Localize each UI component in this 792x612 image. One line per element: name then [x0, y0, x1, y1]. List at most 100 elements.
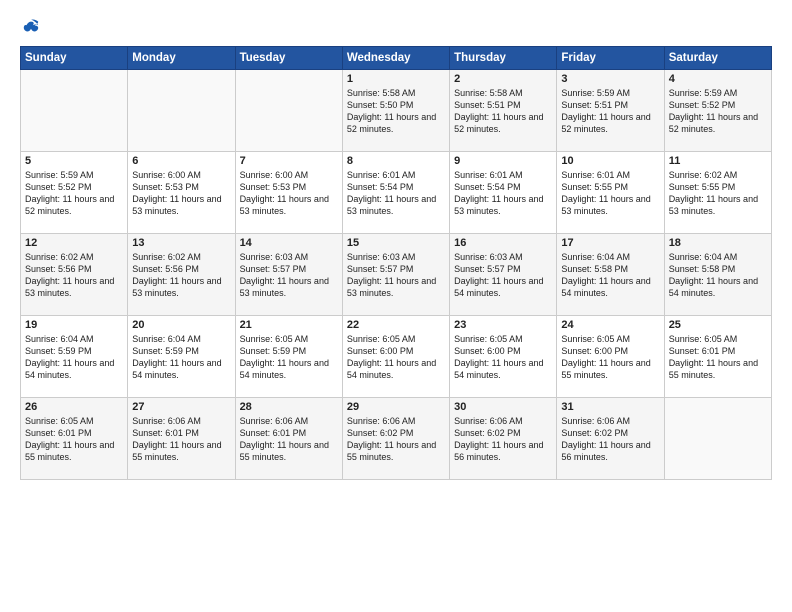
- day-info: Sunrise: 6:01 AM Sunset: 5:54 PM Dayligh…: [347, 169, 445, 218]
- week-row-2: 5Sunrise: 5:59 AM Sunset: 5:52 PM Daylig…: [21, 152, 772, 234]
- calendar-cell: 22Sunrise: 6:05 AM Sunset: 6:00 PM Dayli…: [342, 316, 449, 398]
- day-info: Sunrise: 6:06 AM Sunset: 6:01 PM Dayligh…: [240, 415, 338, 464]
- calendar-cell: 6 Sunrise: 6:00 AM Sunset: 5:53 PM Daylig…: [128, 152, 235, 234]
- day-number: 13: [132, 237, 230, 249]
- calendar-cell: 8 Sunrise: 6:01 AM Sunset: 5:54 PM Daylig…: [342, 152, 449, 234]
- weekday-sunday: Sunday: [21, 47, 128, 70]
- header: [20, 18, 772, 36]
- day-info: Sunrise: 6:06 AM Sunset: 6:01 PM Dayligh…: [132, 415, 230, 464]
- calendar-cell: 19 Sunrise: 6:04 AM Sunset: 5:59 PM Dayli…: [21, 316, 128, 398]
- weekday-thursday: Thursday: [450, 47, 557, 70]
- day-number: 15: [347, 237, 445, 249]
- day-info: Sunrise: 6:02 AM Sunset: 5:56 PM Dayligh…: [25, 251, 123, 300]
- day-number: 1: [347, 73, 445, 85]
- calendar-cell: 3 Sunrise: 5:59 AM Sunset: 5:51 PM Daylig…: [557, 70, 664, 152]
- day-number: 22: [347, 319, 445, 331]
- day-number: 4: [669, 73, 767, 85]
- day-number: 26: [25, 401, 123, 413]
- day-number: 27: [132, 401, 230, 413]
- weekday-saturday: Saturday: [664, 47, 771, 70]
- calendar-cell: 20 Sunrise: 6:04 AM Sunset: 5:59 PM Dayli…: [128, 316, 235, 398]
- day-number: 25: [669, 319, 767, 331]
- day-info: Sunrise: 6:06 AM Sunset: 6:02 PM Dayligh…: [454, 415, 552, 464]
- logo: [20, 18, 40, 36]
- day-number: 5: [25, 155, 123, 167]
- calendar-cell: 10 Sunrise: 6:01 AM Sunset: 5:55 PM Dayli…: [557, 152, 664, 234]
- day-number: 23: [454, 319, 552, 331]
- day-info: Sunrise: 6:06 AM Sunset: 6:02 PM Dayligh…: [561, 415, 659, 464]
- calendar-cell: 7 Sunrise: 6:00 AM Sunset: 5:53 PM Daylig…: [235, 152, 342, 234]
- week-row-1: 1 Sunrise: 5:58 AM Sunset: 5:50 PM Daylig…: [21, 70, 772, 152]
- calendar-cell: 31 Sunrise: 6:06 AM Sunset: 6:02 PM Dayli…: [557, 398, 664, 480]
- calendar-cell: 24Sunrise: 6:05 AM Sunset: 6:00 PM Dayli…: [557, 316, 664, 398]
- day-info: Sunrise: 6:05 AM Sunset: 6:00 PM Dayligh…: [561, 333, 659, 382]
- calendar-cell: 4 Sunrise: 5:59 AM Sunset: 5:52 PM Daylig…: [664, 70, 771, 152]
- day-number: 17: [561, 237, 659, 249]
- day-number: 30: [454, 401, 552, 413]
- calendar-cell: 11 Sunrise: 6:02 AM Sunset: 5:55 PM Dayli…: [664, 152, 771, 234]
- calendar-cell: 5Sunrise: 5:59 AM Sunset: 5:52 PM Daylig…: [21, 152, 128, 234]
- day-number: 9: [454, 155, 552, 167]
- week-row-4: 19 Sunrise: 6:04 AM Sunset: 5:59 PM Dayli…: [21, 316, 772, 398]
- weekday-header-row: SundayMondayTuesdayWednesdayThursdayFrid…: [21, 47, 772, 70]
- day-number: 19: [25, 319, 123, 331]
- day-info: Sunrise: 6:00 AM Sunset: 5:53 PM Dayligh…: [132, 169, 230, 218]
- day-info: Sunrise: 5:59 AM Sunset: 5:51 PM Dayligh…: [561, 87, 659, 136]
- calendar-cell: 17 Sunrise: 6:04 AM Sunset: 5:58 PM Dayli…: [557, 234, 664, 316]
- calendar-cell: 29Sunrise: 6:06 AM Sunset: 6:02 PM Dayli…: [342, 398, 449, 480]
- day-info: Sunrise: 6:05 AM Sunset: 6:01 PM Dayligh…: [25, 415, 123, 464]
- day-info: Sunrise: 5:58 AM Sunset: 5:51 PM Dayligh…: [454, 87, 552, 136]
- day-number: 7: [240, 155, 338, 167]
- day-info: Sunrise: 6:04 AM Sunset: 5:58 PM Dayligh…: [669, 251, 767, 300]
- day-info: Sunrise: 5:58 AM Sunset: 5:50 PM Dayligh…: [347, 87, 445, 136]
- day-number: 20: [132, 319, 230, 331]
- day-info: Sunrise: 6:01 AM Sunset: 5:55 PM Dayligh…: [561, 169, 659, 218]
- day-number: 11: [669, 155, 767, 167]
- day-info: Sunrise: 6:05 AM Sunset: 5:59 PM Dayligh…: [240, 333, 338, 382]
- day-number: 2: [454, 73, 552, 85]
- day-number: 16: [454, 237, 552, 249]
- day-number: 10: [561, 155, 659, 167]
- calendar-cell: 18 Sunrise: 6:04 AM Sunset: 5:58 PM Dayli…: [664, 234, 771, 316]
- day-info: Sunrise: 5:59 AM Sunset: 5:52 PM Dayligh…: [669, 87, 767, 136]
- calendar-cell: 27 Sunrise: 6:06 AM Sunset: 6:01 PM Dayli…: [128, 398, 235, 480]
- calendar-cell: [21, 70, 128, 152]
- day-info: Sunrise: 6:02 AM Sunset: 5:56 PM Dayligh…: [132, 251, 230, 300]
- calendar-cell: 9 Sunrise: 6:01 AM Sunset: 5:54 PM Daylig…: [450, 152, 557, 234]
- calendar-cell: 1 Sunrise: 5:58 AM Sunset: 5:50 PM Daylig…: [342, 70, 449, 152]
- calendar-cell: 30 Sunrise: 6:06 AM Sunset: 6:02 PM Dayli…: [450, 398, 557, 480]
- day-info: Sunrise: 6:05 AM Sunset: 6:00 PM Dayligh…: [454, 333, 552, 382]
- day-info: Sunrise: 6:03 AM Sunset: 5:57 PM Dayligh…: [347, 251, 445, 300]
- day-info: Sunrise: 6:03 AM Sunset: 5:57 PM Dayligh…: [240, 251, 338, 300]
- day-number: 31: [561, 401, 659, 413]
- day-number: 21: [240, 319, 338, 331]
- calendar-cell: [664, 398, 771, 480]
- calendar-cell: 21 Sunrise: 6:05 AM Sunset: 5:59 PM Dayli…: [235, 316, 342, 398]
- day-info: Sunrise: 6:00 AM Sunset: 5:53 PM Dayligh…: [240, 169, 338, 218]
- day-number: 14: [240, 237, 338, 249]
- day-info: Sunrise: 6:04 AM Sunset: 5:59 PM Dayligh…: [132, 333, 230, 382]
- calendar-cell: 14 Sunrise: 6:03 AM Sunset: 5:57 PM Dayli…: [235, 234, 342, 316]
- day-info: Sunrise: 6:03 AM Sunset: 5:57 PM Dayligh…: [454, 251, 552, 300]
- day-info: Sunrise: 6:02 AM Sunset: 5:55 PM Dayligh…: [669, 169, 767, 218]
- day-info: Sunrise: 6:01 AM Sunset: 5:54 PM Dayligh…: [454, 169, 552, 218]
- weekday-tuesday: Tuesday: [235, 47, 342, 70]
- calendar-cell: [128, 70, 235, 152]
- calendar-cell: 23 Sunrise: 6:05 AM Sunset: 6:00 PM Dayli…: [450, 316, 557, 398]
- day-number: 6: [132, 155, 230, 167]
- calendar-table: SundayMondayTuesdayWednesdayThursdayFrid…: [20, 46, 772, 480]
- day-number: 28: [240, 401, 338, 413]
- weekday-wednesday: Wednesday: [342, 47, 449, 70]
- logo-bird-icon: [22, 18, 40, 36]
- calendar-cell: [235, 70, 342, 152]
- calendar-cell: 13 Sunrise: 6:02 AM Sunset: 5:56 PM Dayli…: [128, 234, 235, 316]
- weekday-monday: Monday: [128, 47, 235, 70]
- day-info: Sunrise: 6:04 AM Sunset: 5:58 PM Dayligh…: [561, 251, 659, 300]
- day-info: Sunrise: 6:04 AM Sunset: 5:59 PM Dayligh…: [25, 333, 123, 382]
- calendar-cell: 26 Sunrise: 6:05 AM Sunset: 6:01 PM Dayli…: [21, 398, 128, 480]
- day-number: 8: [347, 155, 445, 167]
- day-number: 3: [561, 73, 659, 85]
- calendar-cell: 12Sunrise: 6:02 AM Sunset: 5:56 PM Dayli…: [21, 234, 128, 316]
- calendar-cell: 15 Sunrise: 6:03 AM Sunset: 5:57 PM Dayli…: [342, 234, 449, 316]
- day-number: 18: [669, 237, 767, 249]
